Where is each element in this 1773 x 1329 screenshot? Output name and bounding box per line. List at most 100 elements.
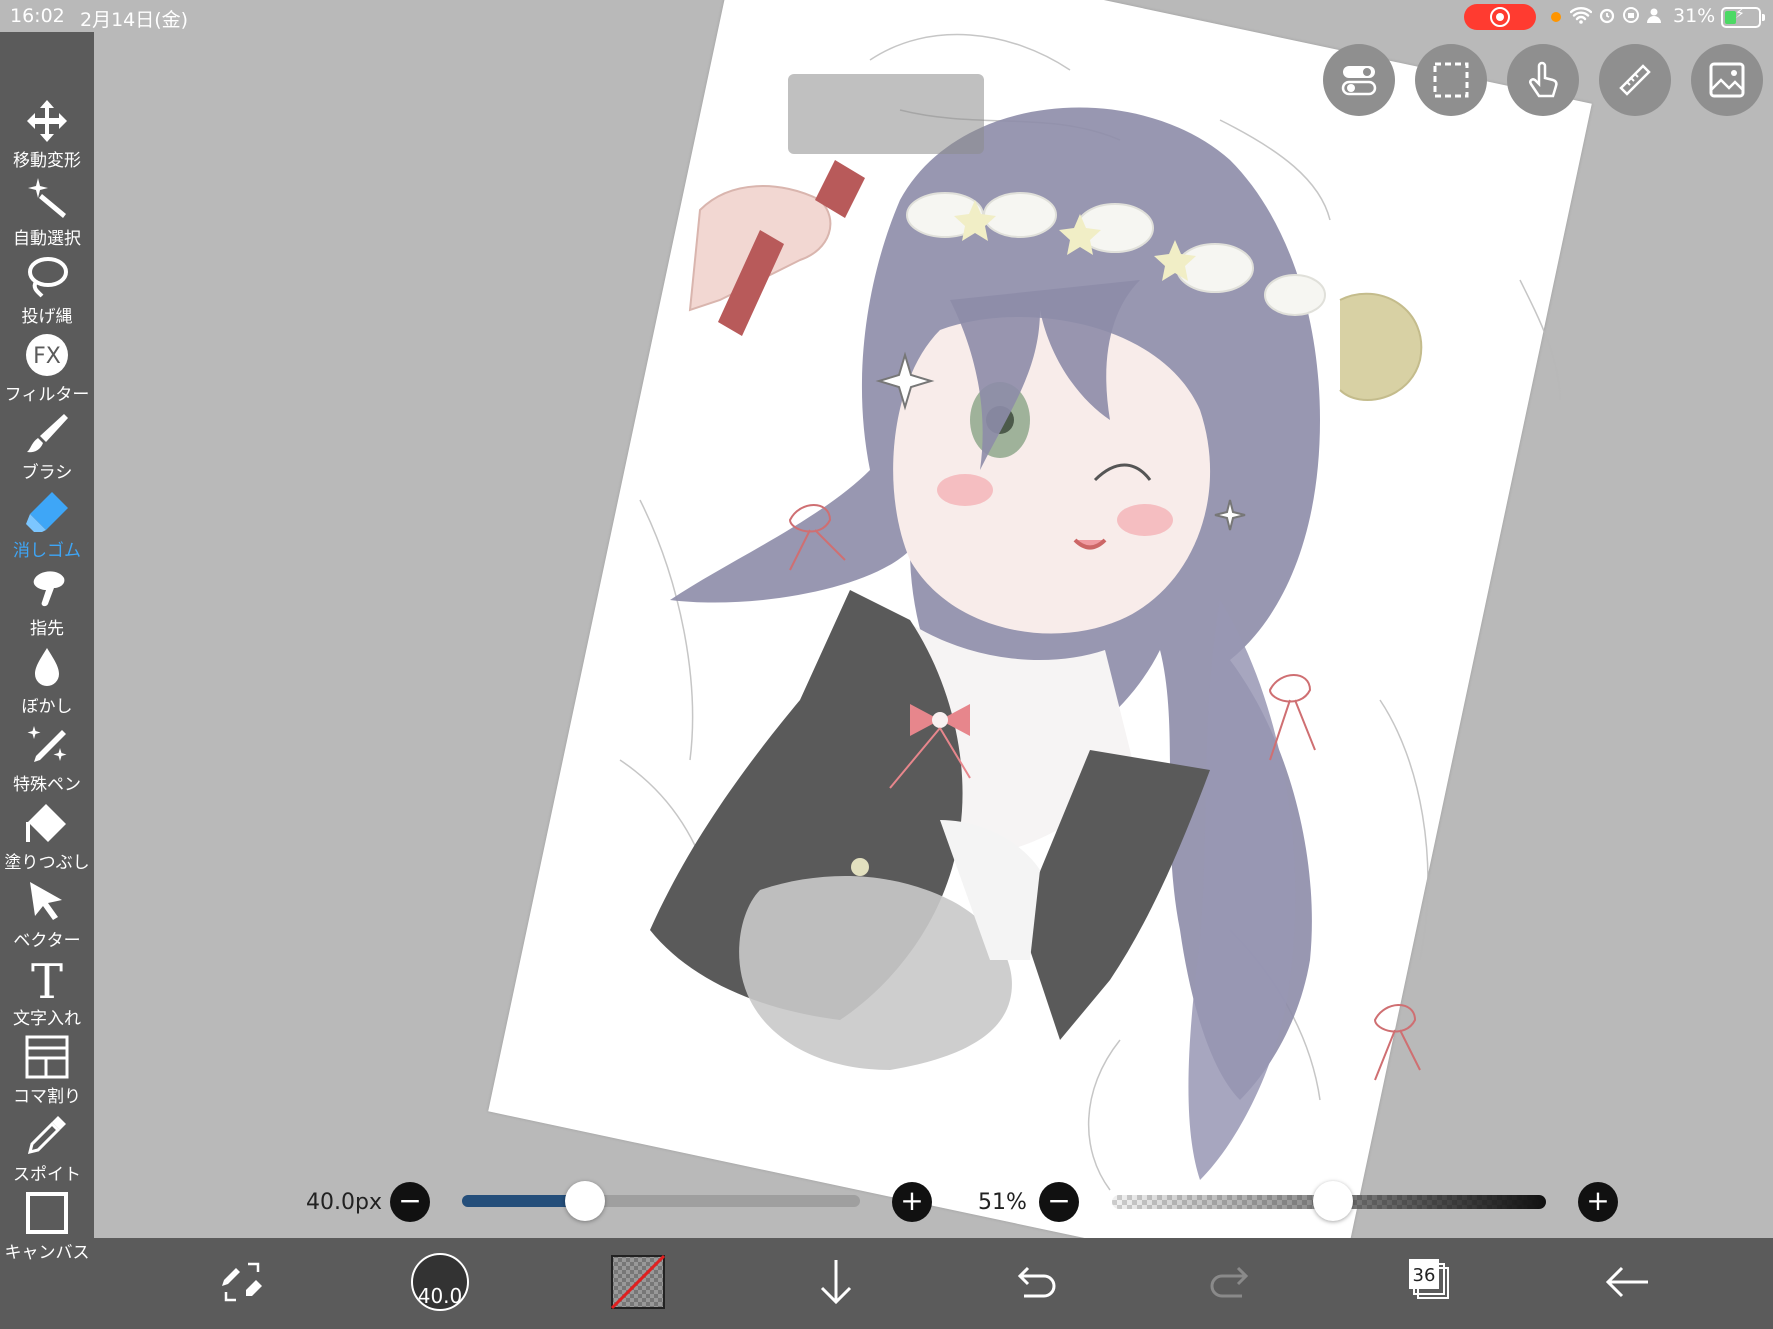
brush-size-slider[interactable]	[462, 1181, 860, 1221]
tool-label: 指先	[30, 619, 64, 639]
lasso-icon	[28, 257, 68, 298]
tool-special-pen[interactable]: 特殊ペン	[0, 718, 94, 796]
eraser-icon	[26, 492, 68, 532]
image-icon	[1709, 62, 1745, 98]
minus-icon: −	[398, 1184, 422, 1217]
fill-bucket-icon	[26, 804, 66, 842]
plus-icon: +	[900, 1184, 924, 1217]
tool-label: ブラシ	[21, 463, 73, 483]
toggle-switch-icon	[1341, 66, 1377, 96]
status-date: 2月14日(金)	[80, 9, 189, 31]
tool-text[interactable]: T 文字入れ	[0, 952, 94, 1030]
tool-canvas[interactable]: キャンバス	[0, 1186, 94, 1264]
magic-wand-icon	[28, 178, 66, 218]
tool-label: 移動変形	[13, 151, 81, 171]
opacity-slider[interactable]	[1112, 1181, 1546, 1221]
brush-size-value: 40.0px	[306, 1190, 382, 1215]
quick-switch-button[interactable]	[210, 1250, 274, 1314]
brush-size-preview-button[interactable]: 40.0	[408, 1250, 472, 1314]
tool-label: 自動選択	[13, 229, 81, 249]
rotation-lock-icon	[1623, 6, 1640, 23]
tool-label: 特殊ペン	[13, 775, 81, 795]
alarm-icon	[1599, 8, 1615, 23]
record-icon	[1490, 7, 1510, 27]
layers-button[interactable]: 36	[1398, 1250, 1462, 1314]
blur-drop-icon	[35, 648, 59, 686]
tool-vector[interactable]: ベクター	[0, 874, 94, 952]
layer-count: 36	[1412, 1265, 1436, 1286]
touch-gesture-button[interactable]	[1507, 44, 1579, 116]
plus-icon: +	[1586, 1184, 1610, 1217]
color-swatch-button[interactable]	[606, 1250, 670, 1314]
tool-brush[interactable]: ブラシ	[0, 406, 94, 484]
person-icon	[1647, 8, 1662, 23]
brush-size-minus-button[interactable]: −	[390, 1182, 430, 1222]
bottom-toolbar: 40.0 36	[94, 1238, 1773, 1329]
text-icon: T	[31, 956, 63, 1002]
minus-icon: −	[1047, 1184, 1071, 1217]
tool-label: フィルター	[4, 385, 90, 405]
tool-fill[interactable]: 塗りつぶし	[0, 796, 94, 874]
tool-label: 塗りつぶし	[4, 853, 90, 873]
color-swatch-icon	[610, 1254, 666, 1310]
arrow-left-icon	[1605, 1266, 1648, 1298]
tool-auto-select[interactable]: 自動選択	[0, 172, 94, 250]
eyedropper-icon	[27, 1116, 66, 1155]
tool-label: 文字入れ	[13, 1009, 81, 1029]
status-time: 16:02	[10, 5, 65, 27]
reference-window-overlay[interactable]	[788, 74, 984, 154]
opacity-minus-button[interactable]: −	[1039, 1182, 1079, 1222]
back-button[interactable]	[1596, 1250, 1660, 1314]
touch-hand-icon	[1529, 61, 1558, 98]
ruler-button[interactable]	[1599, 44, 1671, 116]
material-button[interactable]	[1691, 44, 1763, 116]
ruler-icon	[1619, 64, 1651, 96]
dashed-selection-icon	[1433, 62, 1469, 98]
undo-button[interactable]	[1002, 1250, 1066, 1314]
brush-icon	[27, 414, 68, 453]
tool-label: ぼかし	[21, 697, 73, 717]
tool-eraser[interactable]: 消しゴム	[0, 484, 94, 562]
pen-eraser-swap-icon	[222, 1262, 262, 1302]
tool-blur[interactable]: ぼかし	[0, 640, 94, 718]
svg-text:T: T	[31, 956, 63, 1002]
arrow-down-icon	[820, 1260, 852, 1305]
canvas-icon	[26, 1192, 68, 1234]
mic-indicator-icon	[1551, 12, 1561, 22]
brush-size-knob[interactable]	[565, 1181, 606, 1221]
status-icons	[1569, 3, 1662, 25]
brush-size-badge: 40.0	[417, 1284, 463, 1308]
tool-label: 消しゴム	[13, 541, 81, 561]
tool-label: 投げ縄	[21, 307, 73, 327]
battery-icon: ⚡	[1721, 6, 1765, 28]
opacity-plus-button[interactable]: +	[1578, 1182, 1618, 1222]
special-pen-icon	[27, 726, 67, 762]
drawing-canvas[interactable]	[488, 0, 1592, 1293]
settings-toggle-button[interactable]	[1323, 44, 1395, 116]
tool-eyedropper[interactable]: スポイト	[0, 1108, 94, 1186]
vector-arrow-icon	[30, 882, 62, 920]
selection-button[interactable]	[1415, 44, 1487, 116]
tool-label: コマ割り	[13, 1087, 81, 1107]
move-icon	[27, 100, 67, 142]
finger-icon	[33, 571, 65, 607]
battery-percent: 31%	[1673, 5, 1716, 27]
wifi-icon	[1569, 6, 1593, 24]
screen-record-indicator[interactable]	[1464, 4, 1536, 30]
redo-button[interactable]	[1200, 1250, 1264, 1314]
tool-move-transform[interactable]: 移動変形	[0, 94, 94, 172]
tool-frame-divider[interactable]: コマ割り	[0, 1030, 94, 1108]
tool-label: ベクター	[13, 931, 81, 951]
brush-size-plus-button[interactable]: +	[892, 1182, 932, 1222]
tool-lasso[interactable]: 投げ縄	[0, 250, 94, 328]
opacity-value: 51%	[978, 1190, 1027, 1215]
tool-smudge[interactable]: 指先	[0, 562, 94, 640]
svg-text:FX: FX	[33, 344, 61, 369]
tool-label: スポイト	[13, 1165, 81, 1185]
undo-icon	[1017, 1266, 1056, 1298]
redo-icon	[1210, 1266, 1249, 1298]
save-down-button[interactable]	[804, 1250, 868, 1314]
frame-divider-icon	[25, 1035, 69, 1079]
tool-filter[interactable]: FX フィルター	[0, 328, 94, 406]
tool-label: キャンバス	[4, 1243, 90, 1263]
